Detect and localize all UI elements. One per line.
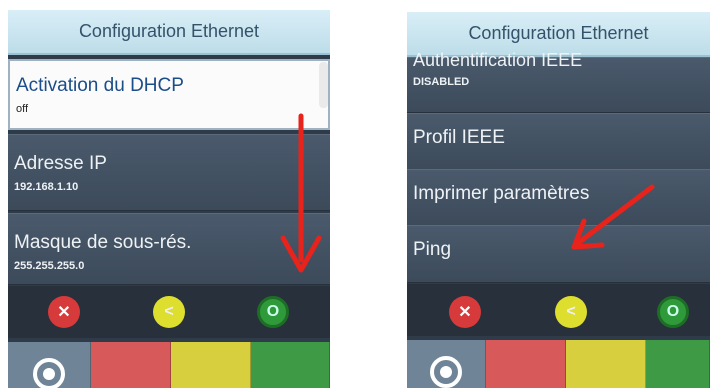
- menu-item-label: Profil IEEE: [413, 127, 505, 148]
- menu-item-label: Authentification IEEE: [413, 50, 583, 70]
- menu-item-subnet-mask[interactable]: Masque de sous-rés. 255.255.255.0: [8, 213, 330, 285]
- softkey-bar: ✕ < O: [407, 284, 710, 336]
- hardware-red-button[interactable]: [91, 342, 171, 388]
- close-icon[interactable]: ✕: [449, 296, 481, 328]
- left-device-screen: Configuration Ethernet Activation du DHC…: [8, 10, 330, 388]
- hardware-green-button[interactable]: [251, 342, 330, 388]
- close-icon[interactable]: ✕: [48, 296, 80, 328]
- menu-item-value: DISABLED: [413, 76, 470, 88]
- back-icon[interactable]: <: [555, 296, 587, 328]
- back-icon[interactable]: <: [153, 296, 185, 328]
- menu-item-dhcp[interactable]: Activation du DHCP off: [8, 59, 330, 130]
- scrollbar[interactable]: [319, 60, 328, 290]
- right-device-screen: Configuration Ethernet Authentification …: [407, 12, 710, 388]
- softkey-bar: ✕ < O: [8, 286, 330, 338]
- menu-item-label: Masque de sous-rés.: [14, 232, 192, 253]
- menu-item-label: Ping: [413, 239, 452, 260]
- home-button[interactable]: [407, 340, 486, 388]
- hardware-yellow-button[interactable]: [171, 342, 251, 388]
- hardware-green-button[interactable]: [646, 340, 710, 388]
- hardware-button-bar: [8, 342, 330, 388]
- hardware-red-button[interactable]: [486, 340, 566, 388]
- home-icon: [33, 358, 65, 388]
- menu-item-ping[interactable]: Ping: [407, 225, 710, 283]
- menu-item-label: Activation du DHCP: [16, 75, 184, 96]
- menu-item-value: 255.255.255.0: [14, 260, 85, 272]
- menu-item-ieee-auth[interactable]: Authentification IEEE DISABLED: [407, 50, 710, 113]
- menu-item-label: Adresse IP: [14, 153, 107, 174]
- home-button[interactable]: [8, 342, 91, 388]
- screen-title: Configuration Ethernet: [8, 10, 330, 55]
- menu-item-ieee-profile[interactable]: Profil IEEE: [407, 113, 710, 171]
- home-icon: [430, 356, 462, 388]
- menu-item-label: Imprimer paramètres: [413, 183, 590, 204]
- menu-item-ip-address[interactable]: Adresse IP 192.168.1.10: [8, 134, 330, 211]
- menu-item-print-settings[interactable]: Imprimer paramètres: [407, 169, 710, 227]
- hardware-button-bar: [407, 340, 710, 388]
- scroll-thumb[interactable]: [319, 62, 328, 108]
- hardware-yellow-button[interactable]: [566, 340, 646, 388]
- ok-icon[interactable]: O: [257, 296, 289, 328]
- ok-icon[interactable]: O: [657, 296, 689, 328]
- menu-item-value: off: [16, 103, 29, 115]
- menu-item-value: 192.168.1.10: [14, 181, 79, 193]
